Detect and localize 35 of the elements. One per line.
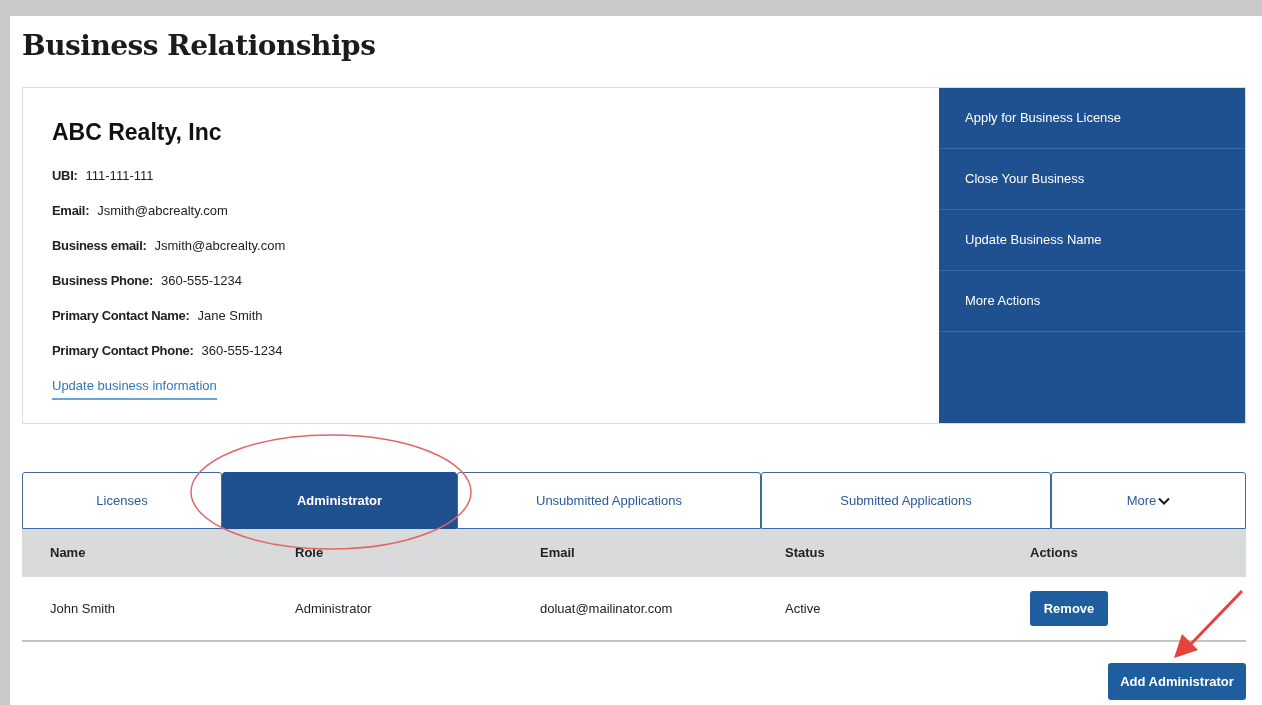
tab[interactable]: Administrator (222, 472, 457, 529)
field-value: 360-555-1234 (160, 272, 242, 290)
action-link[interactable]: More Actions (939, 271, 1245, 332)
field-label: UBI: (52, 167, 78, 185)
column-header: Role (294, 544, 325, 563)
table-cell-text: Administrator (294, 599, 373, 618)
field-label: Business email: (52, 237, 147, 255)
action-link[interactable]: Update Business Name (939, 210, 1245, 271)
business-name: ABC Realty, Inc (52, 118, 223, 146)
table-cell-text: John Smith (49, 599, 117, 618)
field-value: 360-555-1234 (201, 342, 283, 360)
column-header: Status (784, 544, 826, 563)
field-label: Email: (52, 202, 90, 220)
field-value: Jane Smith (197, 307, 263, 325)
action-link[interactable]: Close Your Business (939, 149, 1245, 210)
table-cell-text: Active (784, 599, 822, 618)
field-value: Jsmith@abcrealty.com (154, 237, 286, 255)
page-title: Business Relationships (22, 28, 377, 64)
column-header: Email (539, 544, 576, 563)
field-value: Jsmith@abcrealty.com (97, 202, 228, 220)
add-administrator-button[interactable]: Add Administrator (1108, 663, 1246, 700)
tab[interactable]: Licenses (22, 472, 222, 529)
action-link[interactable]: Apply for Business License (939, 88, 1245, 149)
table-cell-text: doluat@mailinator.com (539, 599, 674, 618)
field-label: Business Phone: (52, 272, 153, 290)
tab[interactable]: Submitted Applications (761, 472, 1051, 529)
tab[interactable]: Unsubmitted Applications (457, 472, 761, 529)
field-label: Primary Contact Phone: (52, 342, 194, 360)
update-link[interactable]: Update business information (52, 376, 217, 400)
tab[interactable]: More (1051, 472, 1246, 529)
field-value: 111-111-111 (85, 167, 154, 185)
field-label: Primary Contact Name: (52, 307, 190, 325)
column-header: Actions (1029, 544, 1079, 563)
column-header: Name (49, 544, 87, 563)
remove-button[interactable]: Remove (1030, 591, 1108, 626)
